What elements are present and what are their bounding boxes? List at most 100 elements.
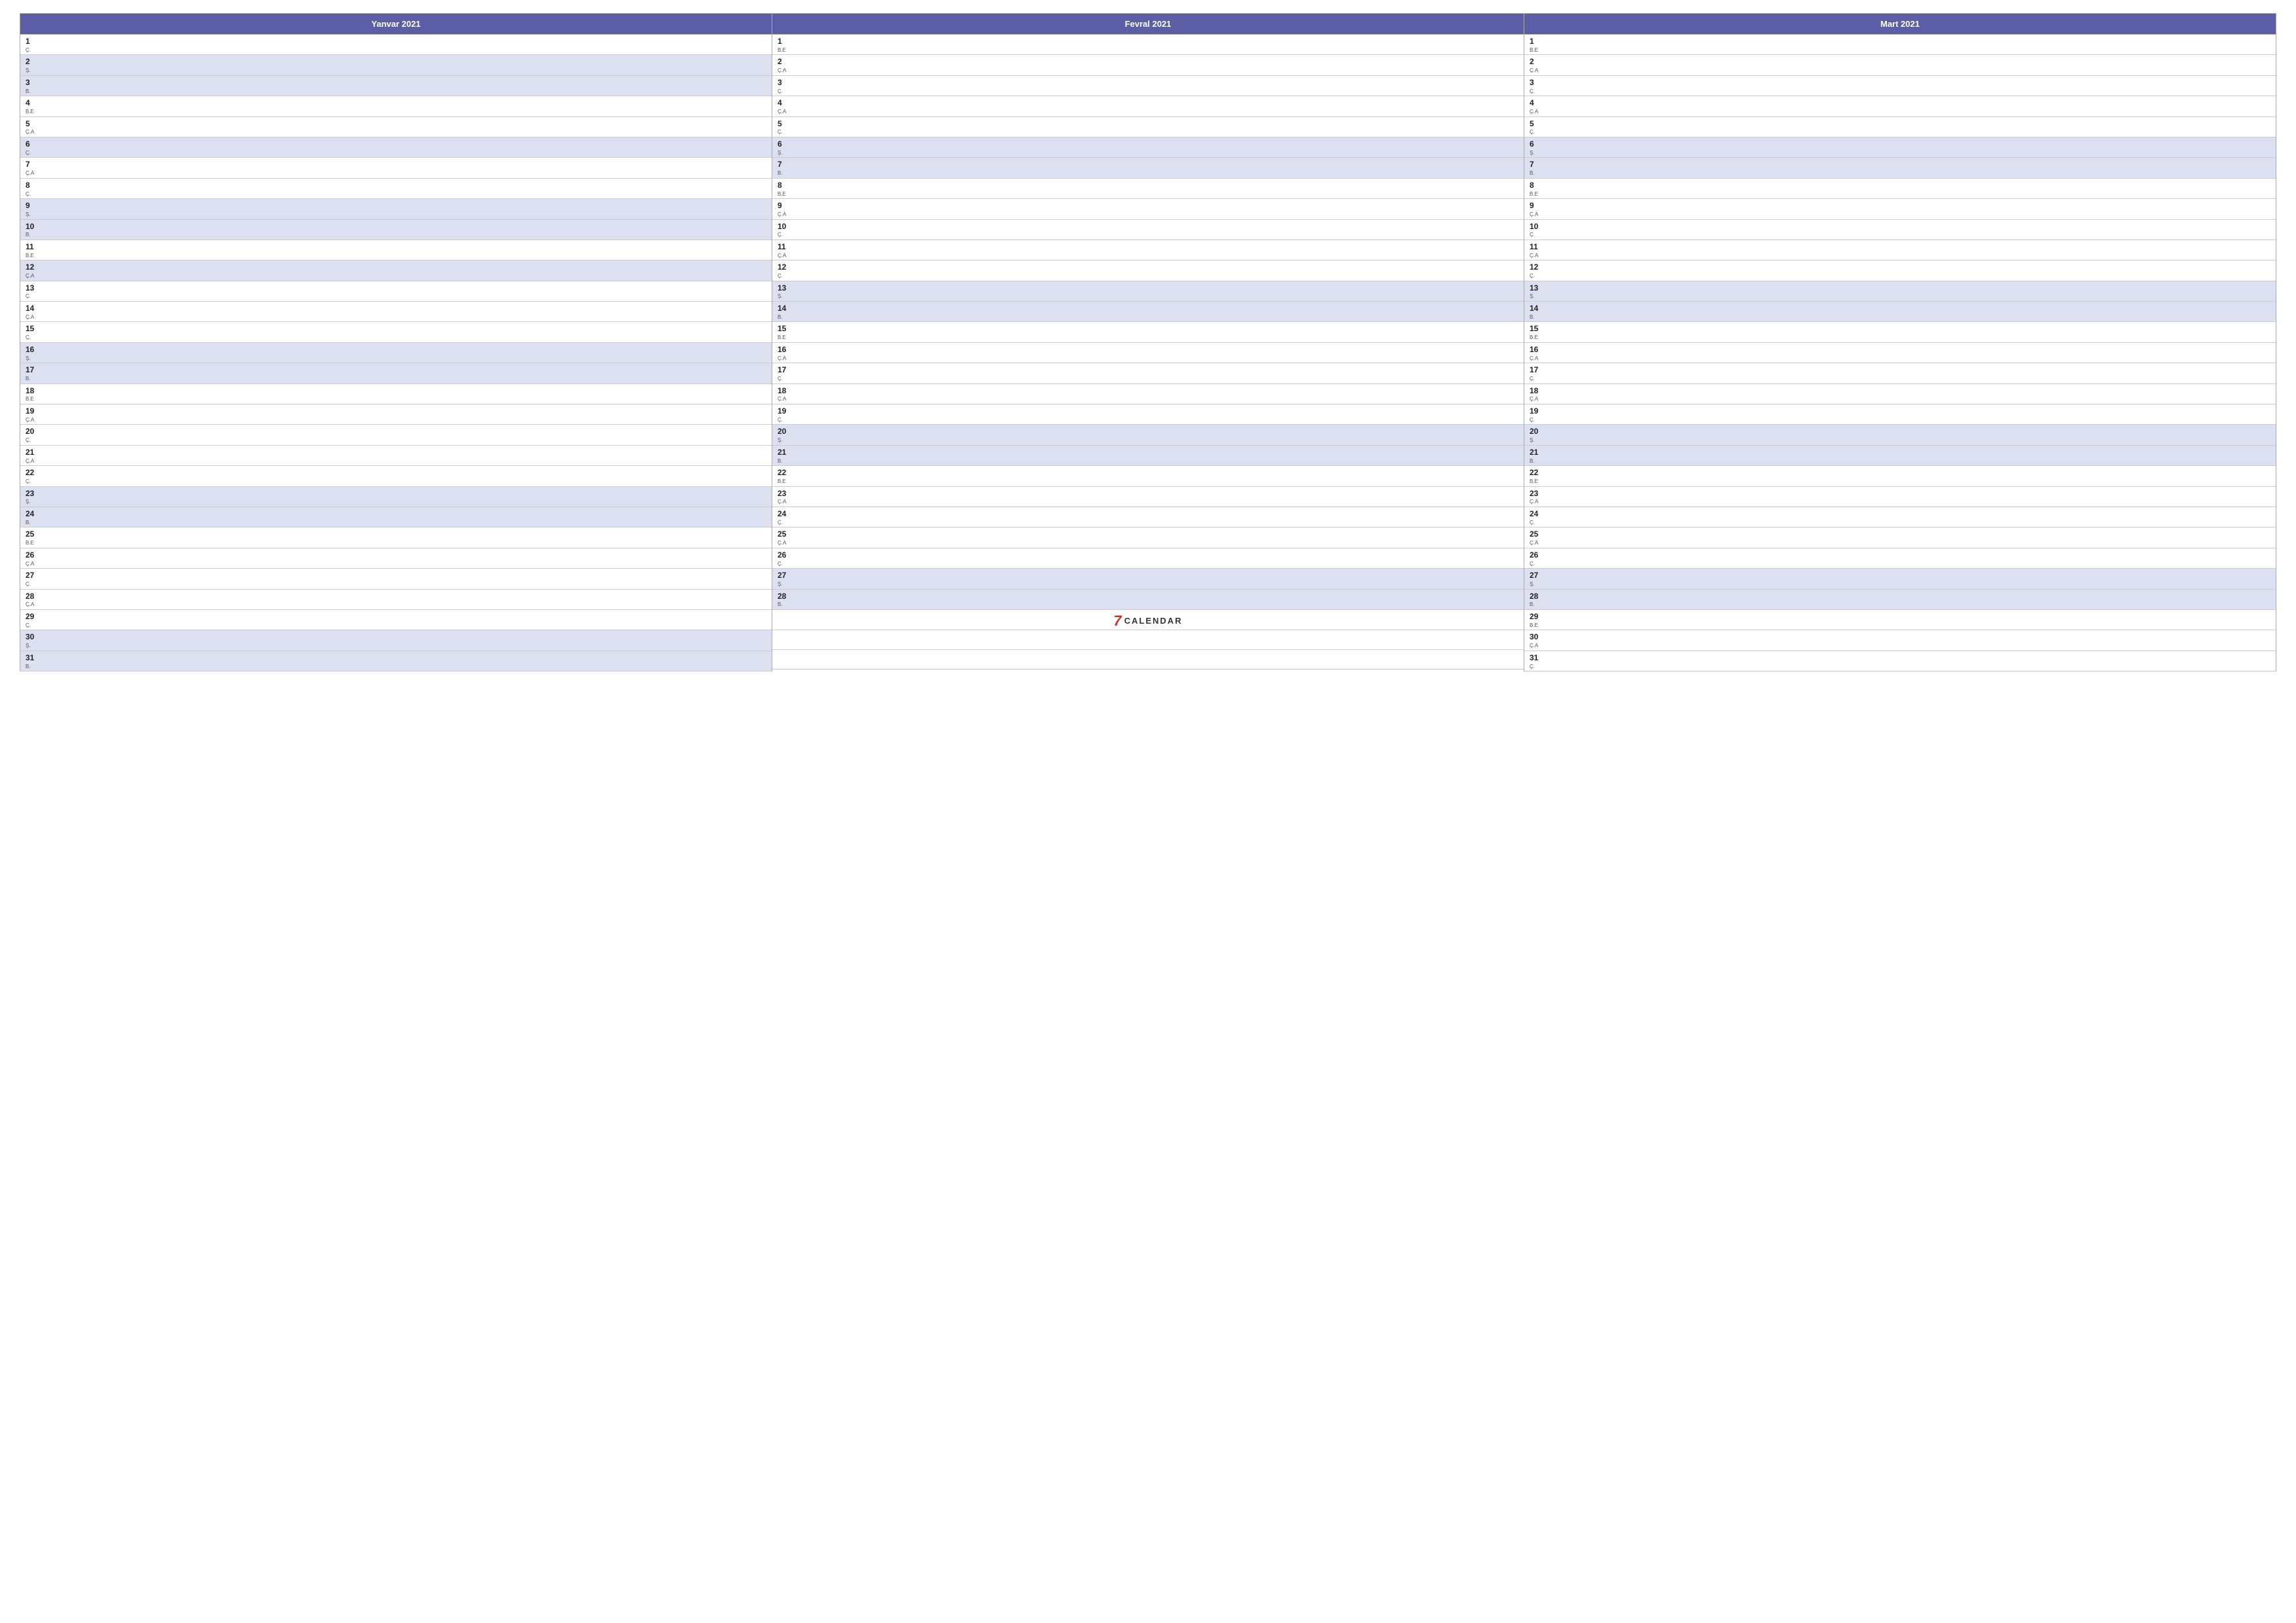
day-row: 28B. (1524, 590, 2276, 610)
day-label: Ç. (26, 581, 768, 588)
day-label: Ş. (778, 437, 1520, 444)
day-row: 24Ç. (1524, 507, 2276, 527)
day-label: B. (1530, 314, 2272, 321)
day-row: 1Ç. (20, 35, 772, 55)
day-row: 26Ç.A (20, 548, 772, 569)
day-label: Ç.A (1530, 253, 2272, 259)
day-number: 18 (1530, 385, 2272, 397)
day-number: 5 (778, 118, 1520, 130)
day-number: 15 (26, 323, 768, 334)
day-row: 16Ç.A (772, 343, 1524, 363)
day-number: 31 (1530, 652, 2272, 664)
day-label: Ç. (26, 293, 768, 300)
day-row: 18B.E (20, 384, 772, 404)
day-row: 30Ş. (20, 630, 772, 651)
day-number: 8 (1530, 180, 2272, 191)
day-number: 18 (778, 385, 1520, 397)
day-number: 26 (26, 550, 768, 561)
day-row: 14B. (772, 302, 1524, 322)
day-number: 14 (26, 303, 768, 314)
day-row: 2Ç.A (1524, 55, 2276, 75)
day-label: B.E (778, 334, 1520, 341)
day-number: 10 (26, 221, 768, 232)
day-number: 7 (778, 159, 1520, 170)
day-number: 12 (778, 262, 1520, 273)
day-label: Ş. (778, 581, 1520, 588)
day-number: 19 (778, 406, 1520, 417)
day-row: 29Ç. (20, 610, 772, 630)
day-row: 24B. (20, 507, 772, 527)
day-number: 11 (778, 241, 1520, 253)
day-row: 15B.E (772, 322, 1524, 342)
day-label: Ç.A (1530, 211, 2272, 218)
day-number: 16 (778, 344, 1520, 355)
day-row: 12Ç.A (20, 260, 772, 281)
day-row: 4Ç.A (772, 96, 1524, 116)
day-label: Ç.A (778, 540, 1520, 546)
day-label: Ç. (1530, 376, 2272, 382)
day-number: 11 (26, 241, 768, 253)
day-row: 12Ç. (1524, 260, 2276, 281)
day-label: Ç.A (1530, 109, 2272, 115)
day-row: 7Ç.A (20, 158, 772, 178)
day-label: Ç.A (778, 67, 1520, 74)
day-number: 24 (26, 508, 768, 520)
day-label: Ç. (1530, 273, 2272, 279)
day-number: 12 (26, 262, 768, 273)
day-row: 6Ç. (20, 137, 772, 158)
day-row: 16Ç.A (1524, 343, 2276, 363)
day-label: B. (26, 520, 768, 526)
day-row: 15Ç. (20, 322, 772, 342)
day-number: 6 (1530, 139, 2272, 150)
day-label: Ş. (26, 355, 768, 362)
day-row: 11Ç.A (1524, 240, 2276, 260)
day-row: 31Ç. (1524, 651, 2276, 671)
day-row: 25Ç.A (772, 527, 1524, 548)
day-number: 7 (26, 159, 768, 170)
day-number: 1 (26, 36, 768, 47)
day-label: Ç. (778, 561, 1520, 567)
day-label: Ş. (1530, 581, 2272, 588)
day-number: 5 (26, 118, 768, 130)
day-number: 6 (778, 139, 1520, 150)
day-row: 1B.E (772, 35, 1524, 55)
day-row: 11B.E (20, 240, 772, 260)
day-number: 22 (26, 467, 768, 478)
day-label: B. (26, 88, 768, 95)
day-label: B.E (1530, 47, 2272, 54)
day-number: 27 (26, 570, 768, 581)
day-number: 21 (778, 447, 1520, 458)
day-label: Ç. (1530, 664, 2272, 670)
day-number: 13 (26, 283, 768, 294)
day-label: Ç.A (1530, 355, 2272, 362)
day-row: 16Ş. (20, 343, 772, 363)
day-number: 14 (1530, 303, 2272, 314)
day-number: 6 (26, 139, 768, 150)
day-label: B.E (778, 191, 1520, 198)
day-number: 8 (26, 180, 768, 191)
day-row: 28B. (772, 590, 1524, 610)
day-label: Ş. (26, 67, 768, 74)
day-number: 19 (1530, 406, 2272, 417)
day-row: 26Ç. (1524, 548, 2276, 569)
day-row: 6Ş. (1524, 137, 2276, 158)
day-number: 20 (778, 426, 1520, 437)
day-number: 27 (1530, 570, 2272, 581)
day-row: 18Ç.A (1524, 384, 2276, 404)
day-row: 12Ç. (772, 260, 1524, 281)
day-row: 9Ç.A (1524, 199, 2276, 219)
logo-number: 7 (1113, 614, 1121, 628)
day-label: Ç. (1530, 520, 2272, 526)
day-number: 3 (26, 77, 768, 88)
day-row: 5Ç. (772, 117, 1524, 137)
day-label: Ç.A (1530, 540, 2272, 546)
day-number: 26 (1530, 550, 2272, 561)
day-row: 31B. (20, 651, 772, 671)
day-row: 3Ç. (1524, 76, 2276, 96)
day-row: 9Ş. (20, 199, 772, 219)
day-row: 21B. (1524, 446, 2276, 466)
day-row: 23Ç.A (1524, 487, 2276, 507)
day-label: Ş. (26, 643, 768, 649)
day-number: 9 (1530, 200, 2272, 211)
day-number: 15 (778, 323, 1520, 334)
